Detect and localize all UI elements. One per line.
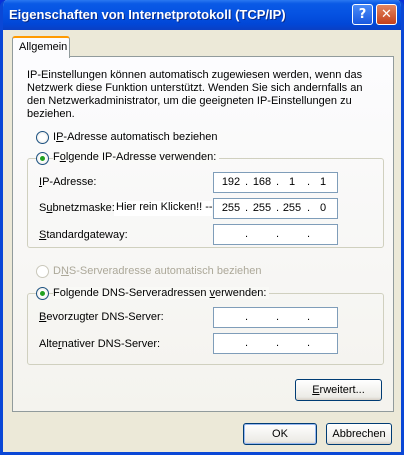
mask-octet-4: 0 bbox=[319, 202, 327, 214]
gateway-label-post: tandardgateway: bbox=[46, 229, 128, 241]
help-icon: ? bbox=[358, 7, 367, 22]
dns-auto-label-pre: D bbox=[53, 265, 61, 277]
preferred-dns-input[interactable]: . . . bbox=[213, 307, 338, 328]
dns-manual-radio[interactable] bbox=[36, 287, 49, 300]
alternate-dns-input[interactable]: . . . bbox=[213, 333, 338, 354]
mask-dot: . bbox=[276, 202, 280, 214]
ip-dot: . bbox=[307, 176, 311, 188]
ip-dot: . bbox=[276, 176, 280, 188]
dns-auto-radio[interactable] bbox=[36, 265, 49, 278]
dns-manual-label-post: erwenden: bbox=[215, 287, 267, 299]
ip-octet-4: 1 bbox=[319, 176, 327, 188]
alternate-dns-dot: . bbox=[307, 337, 311, 349]
ip-address-label: IP-Adresse: bbox=[39, 176, 96, 188]
preferred-dns-dot: . bbox=[276, 311, 280, 323]
title-bar[interactable]: Eigenschaften von Internetprotokoll (TCP… bbox=[3, 0, 401, 30]
advanced-button[interactable]: Erweitert... bbox=[295, 379, 382, 401]
ip-manual-label-post: lgende IP-Adresse verwenden: bbox=[65, 151, 217, 163]
dns-auto-label-post: S-Serveradresse automatisch beziehen bbox=[68, 265, 262, 277]
preferred-dns-dot: . bbox=[307, 311, 311, 323]
gateway-dot: . bbox=[245, 228, 249, 240]
alternate-dns-dot: . bbox=[245, 337, 249, 349]
close-icon: ✕ bbox=[381, 7, 392, 22]
subnet-mask-input[interactable]: 255 . 255 . 255 . 0 bbox=[213, 198, 338, 219]
gateway-dot: . bbox=[276, 228, 280, 240]
ip-auto-radio[interactable] bbox=[36, 131, 49, 144]
mask-dot: . bbox=[307, 202, 311, 214]
mask-dot: . bbox=[245, 202, 249, 214]
alternate-dns-dot: . bbox=[276, 337, 280, 349]
mask-octet-3: 255 bbox=[282, 202, 302, 214]
mask-octet-1: 255 bbox=[221, 202, 241, 214]
alternate-dns-label-pre: Alte bbox=[39, 338, 58, 350]
dns-auto-label[interactable]: DNS-Serveradresse automatisch beziehen bbox=[53, 265, 262, 277]
ip-address-input[interactable]: 192 . 168 . 1 . 1 bbox=[213, 172, 338, 193]
ip-manual-radio[interactable] bbox=[36, 152, 49, 165]
dns-manual-label-pre: Folgende DNS-Serveradressen bbox=[53, 287, 210, 299]
dns-auto-label-accel: N bbox=[60, 265, 69, 277]
dns-manual-label[interactable]: Folgende DNS-Serveradressen verwenden: bbox=[53, 287, 270, 299]
gateway-label: Standardgateway: bbox=[39, 229, 128, 241]
ip-octet-2: 168 bbox=[252, 176, 272, 188]
dns-settings-group bbox=[27, 293, 384, 365]
mask-octet-2: 255 bbox=[252, 202, 272, 214]
help-button[interactable]: ? bbox=[352, 4, 373, 25]
gateway-dot: . bbox=[307, 228, 311, 240]
close-button[interactable]: ✕ bbox=[376, 4, 397, 25]
tab-allgemein-label: Allgemein bbox=[19, 41, 68, 53]
description-text: IP-Einstellungen können automatisch zuge… bbox=[27, 69, 363, 120]
ip-manual-label-pre: F bbox=[53, 151, 60, 163]
ip-auto-label[interactable]: IP-Adresse automatisch beziehen bbox=[53, 131, 218, 143]
preferred-dns-dot: . bbox=[245, 311, 249, 323]
ip-auto-label-post: -Adresse automatisch beziehen bbox=[63, 131, 218, 143]
cancel-button[interactable]: Abbrechen bbox=[326, 423, 392, 445]
alternate-dns-label: Alternativer DNS-Server: bbox=[39, 338, 160, 350]
subnet-mask-label-post: bnetzmaske: bbox=[52, 202, 115, 214]
advanced-button-accel: E bbox=[312, 384, 320, 396]
advanced-button-post: rweitert... bbox=[319, 384, 365, 396]
tcpip-properties-dialog: Eigenschaften von Internetprotokoll (TCP… bbox=[0, 0, 404, 455]
alternate-dns-label-post: nativer DNS-Server: bbox=[61, 338, 161, 350]
preferred-dns-label: Bevorzugter DNS-Server: bbox=[39, 311, 164, 323]
ip-dot: . bbox=[245, 176, 249, 188]
tab-allgemein[interactable]: Allgemein bbox=[12, 36, 70, 58]
subnet-mask-label: Subnetzmaske: bbox=[39, 202, 115, 214]
ip-manual-label[interactable]: Folgende IP-Adresse verwenden: bbox=[53, 151, 220, 163]
ip-address-label-post: P-Adresse: bbox=[42, 176, 97, 188]
annotation-hint: Hier rein Klicken!! --> bbox=[114, 201, 219, 216]
window-title: Eigenschaften von Internetprotokoll (TCP… bbox=[9, 7, 286, 22]
gateway-input[interactable]: . . . bbox=[213, 224, 338, 245]
ip-octet-1: 192 bbox=[221, 176, 241, 188]
ok-button[interactable]: OK bbox=[243, 423, 317, 445]
ip-octet-3: 1 bbox=[288, 176, 296, 188]
preferred-dns-label-post: evorzugter DNS-Server: bbox=[46, 311, 164, 323]
